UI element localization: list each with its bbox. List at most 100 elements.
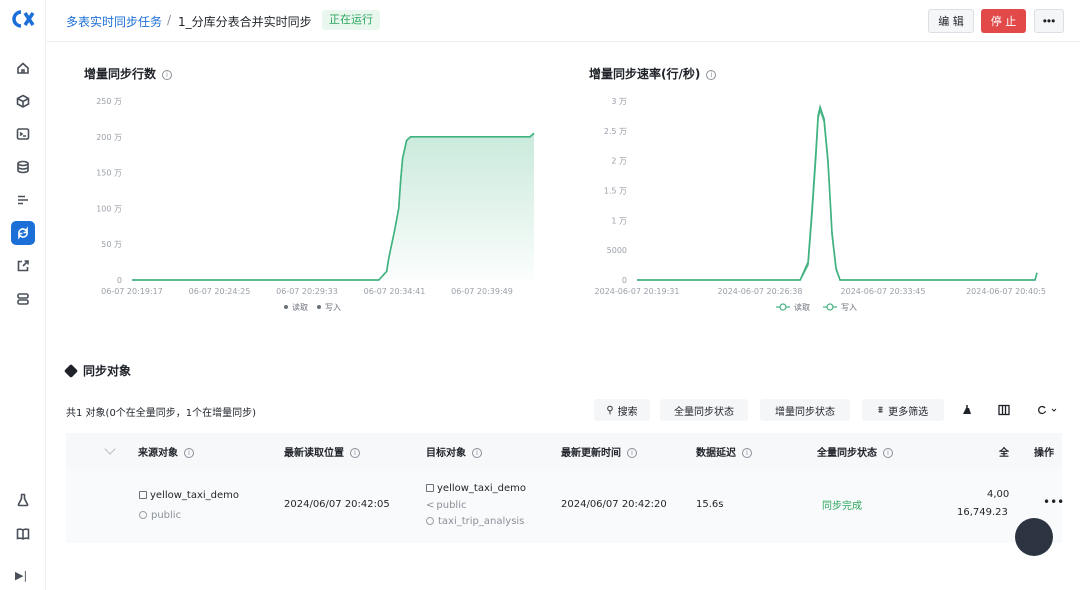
x-tick-label: 06-07 20:19:17 (101, 287, 163, 296)
header-update-time-label: 最新更新时间 (561, 448, 621, 459)
y-tick-label: 1 万 (611, 216, 627, 225)
more-menu-button[interactable]: ••• (1034, 9, 1064, 33)
header-source-label: 来源对象 (138, 448, 178, 459)
header-latency-label: 数据延迟 (696, 448, 736, 459)
target-table[interactable]: yellow_taxi_demo (426, 483, 526, 494)
legend-label: 读取 (794, 302, 810, 312)
source-schema: public (139, 510, 181, 521)
columns-icon[interactable] (992, 399, 1016, 421)
update-time: 2024/06/07 20:42:20 (561, 499, 667, 510)
target-table-name: yellow_taxi_demo (437, 483, 527, 494)
full-status-value: 同步完成 (822, 501, 862, 512)
home-icon[interactable] (13, 58, 33, 78)
legend-label: 读取 (292, 302, 308, 312)
breadcrumb-parent[interactable]: 多表实时同步任务 (66, 13, 162, 30)
app-root: ▶| 多表实时同步任务 / 1_分库分表合并实时同步 正在运行 编 辑 停 止 … (0, 0, 1080, 590)
y-tick-label: 250 万 (96, 97, 122, 106)
y-tick-label: 3 万 (611, 97, 627, 106)
rate-chart-title: 增量同步速率(行/秒) i (589, 65, 717, 82)
rate-chart-title-text: 增量同步速率(行/秒) (589, 67, 701, 81)
row-more-button[interactable]: ••• (1043, 495, 1064, 509)
more-filter-button[interactable]: ⩩ 更多筛选 (862, 399, 944, 421)
header-source[interactable]: 来源对象 i (138, 444, 194, 459)
sidebar: ▶| (0, 0, 46, 590)
legend-label: 写入 (841, 303, 857, 312)
stop-button[interactable]: 停 止 (981, 9, 1026, 33)
count-value-1: 4,00 (987, 489, 1010, 500)
sync-icon[interactable] (11, 221, 35, 245)
expand-all-icon[interactable] (104, 443, 116, 455)
header-target[interactable]: 目标对象 i (426, 444, 482, 459)
header: 多表实时同步任务 / 1_分库分表合并实时同步 正在运行 编 辑 停 止 ••• (46, 0, 1080, 42)
rows-chart-title: 增量同步行数 i (84, 65, 173, 82)
y-tick-label: 0 (622, 276, 627, 285)
info-icon: i (350, 448, 360, 458)
header-latency[interactable]: 数据延迟 i (696, 444, 752, 459)
table-header: 来源对象 i 最新读取位置 i 目标对象 i 最新更新时间 i 数据延迟 i 全量同步状态… (66, 433, 1062, 469)
filter-icon: ⩩ (877, 404, 884, 416)
search-button[interactable]: ⚲ 搜索 (594, 399, 650, 421)
header-full-status[interactable]: 全量同步状态 i (817, 444, 893, 459)
x-tick-label: 06-07 20:39:49 (451, 287, 513, 296)
incr-sync-filter[interactable]: 增量同步状态 (760, 399, 850, 421)
y-tick-label: 200 万 (96, 133, 122, 142)
object-summary: 共1 对象(0个在全量同步，1个在增量同步) (66, 408, 257, 419)
flask-icon[interactable] (13, 490, 33, 510)
legend-marker (779, 303, 787, 311)
info-icon[interactable]: i (706, 69, 717, 80)
x-tick-label: 06-07 20:34:41 (364, 287, 426, 296)
sidebar-collapse-button[interactable]: ▶| (15, 569, 27, 582)
header-partial: 全 (999, 448, 1009, 459)
target-db-name: taxi_trip_analysis (438, 516, 525, 527)
info-icon: i (627, 448, 637, 458)
y-tick-label: 2 万 (611, 157, 627, 166)
breadcrumb-current: 1_分库分表合并实时同步 (178, 15, 312, 29)
cube-icon[interactable] (13, 91, 33, 111)
more-filter-label: 更多筛选 (888, 406, 929, 418)
header-update-time[interactable]: 最新更新时间 i (561, 444, 637, 459)
y-tick-label: 50 万 (101, 240, 122, 249)
edit-button[interactable]: 编 辑 (928, 9, 974, 33)
sync-object-table: 来源对象 i 最新读取位置 i 目标对象 i 最新更新时间 i 数据延迟 i 全量同步状态… (66, 433, 1064, 543)
export-icon[interactable] (13, 256, 33, 276)
x-tick-label: 2024-06-07 20:33:45 (841, 287, 926, 296)
y-tick-label: 100 万 (96, 204, 122, 213)
database-icon[interactable] (13, 157, 33, 177)
header-read-pos[interactable]: 最新读取位置 i (284, 444, 360, 459)
book-icon[interactable] (13, 524, 33, 544)
y-tick-label: 5000 (607, 246, 627, 255)
latency-value: 15.6s (696, 499, 724, 510)
table-row[interactable]: yellow_taxi_demo public 2024/06/07 20:42… (66, 469, 1064, 543)
server-icon[interactable] (13, 289, 33, 309)
header-target-label: 目标对象 (426, 448, 466, 459)
y-tick-label: 2.5 万 (604, 127, 627, 136)
clear-icon[interactable] (955, 399, 979, 421)
source-table[interactable]: yellow_taxi_demo (139, 490, 239, 501)
series-line-write (637, 107, 1038, 281)
info-icon[interactable]: i (162, 69, 173, 80)
header-full-status-label: 全量同步状态 (817, 448, 877, 459)
legend-marker (284, 305, 288, 309)
y-tick-label: 1.5 万 (604, 187, 627, 196)
terminal-icon[interactable] (13, 124, 33, 144)
refresh-icon[interactable] (1030, 399, 1064, 421)
full-sync-filter[interactable]: 全量同步状态 (660, 399, 748, 421)
x-tick-label: 2024-06-07 20:26:38 (718, 287, 803, 296)
logo-icon (12, 10, 35, 28)
source-schema-name: public (151, 510, 182, 521)
section-title-text: 同步对象 (83, 364, 132, 378)
table-icon (426, 484, 434, 492)
avatar[interactable] (1015, 518, 1053, 556)
legend-marker (826, 303, 834, 311)
series-area (132, 133, 534, 280)
legend-marker (317, 305, 321, 309)
info-icon: i (742, 448, 752, 458)
database-icon (426, 517, 434, 525)
header-read-pos-label: 最新读取位置 (284, 448, 344, 459)
schema-icon: < (426, 500, 435, 511)
y-tick-label: 0 (117, 276, 122, 285)
list-icon[interactable] (13, 190, 33, 210)
search-icon: ⚲ (606, 404, 614, 416)
info-icon: i (184, 448, 194, 458)
info-icon: i (883, 448, 893, 458)
